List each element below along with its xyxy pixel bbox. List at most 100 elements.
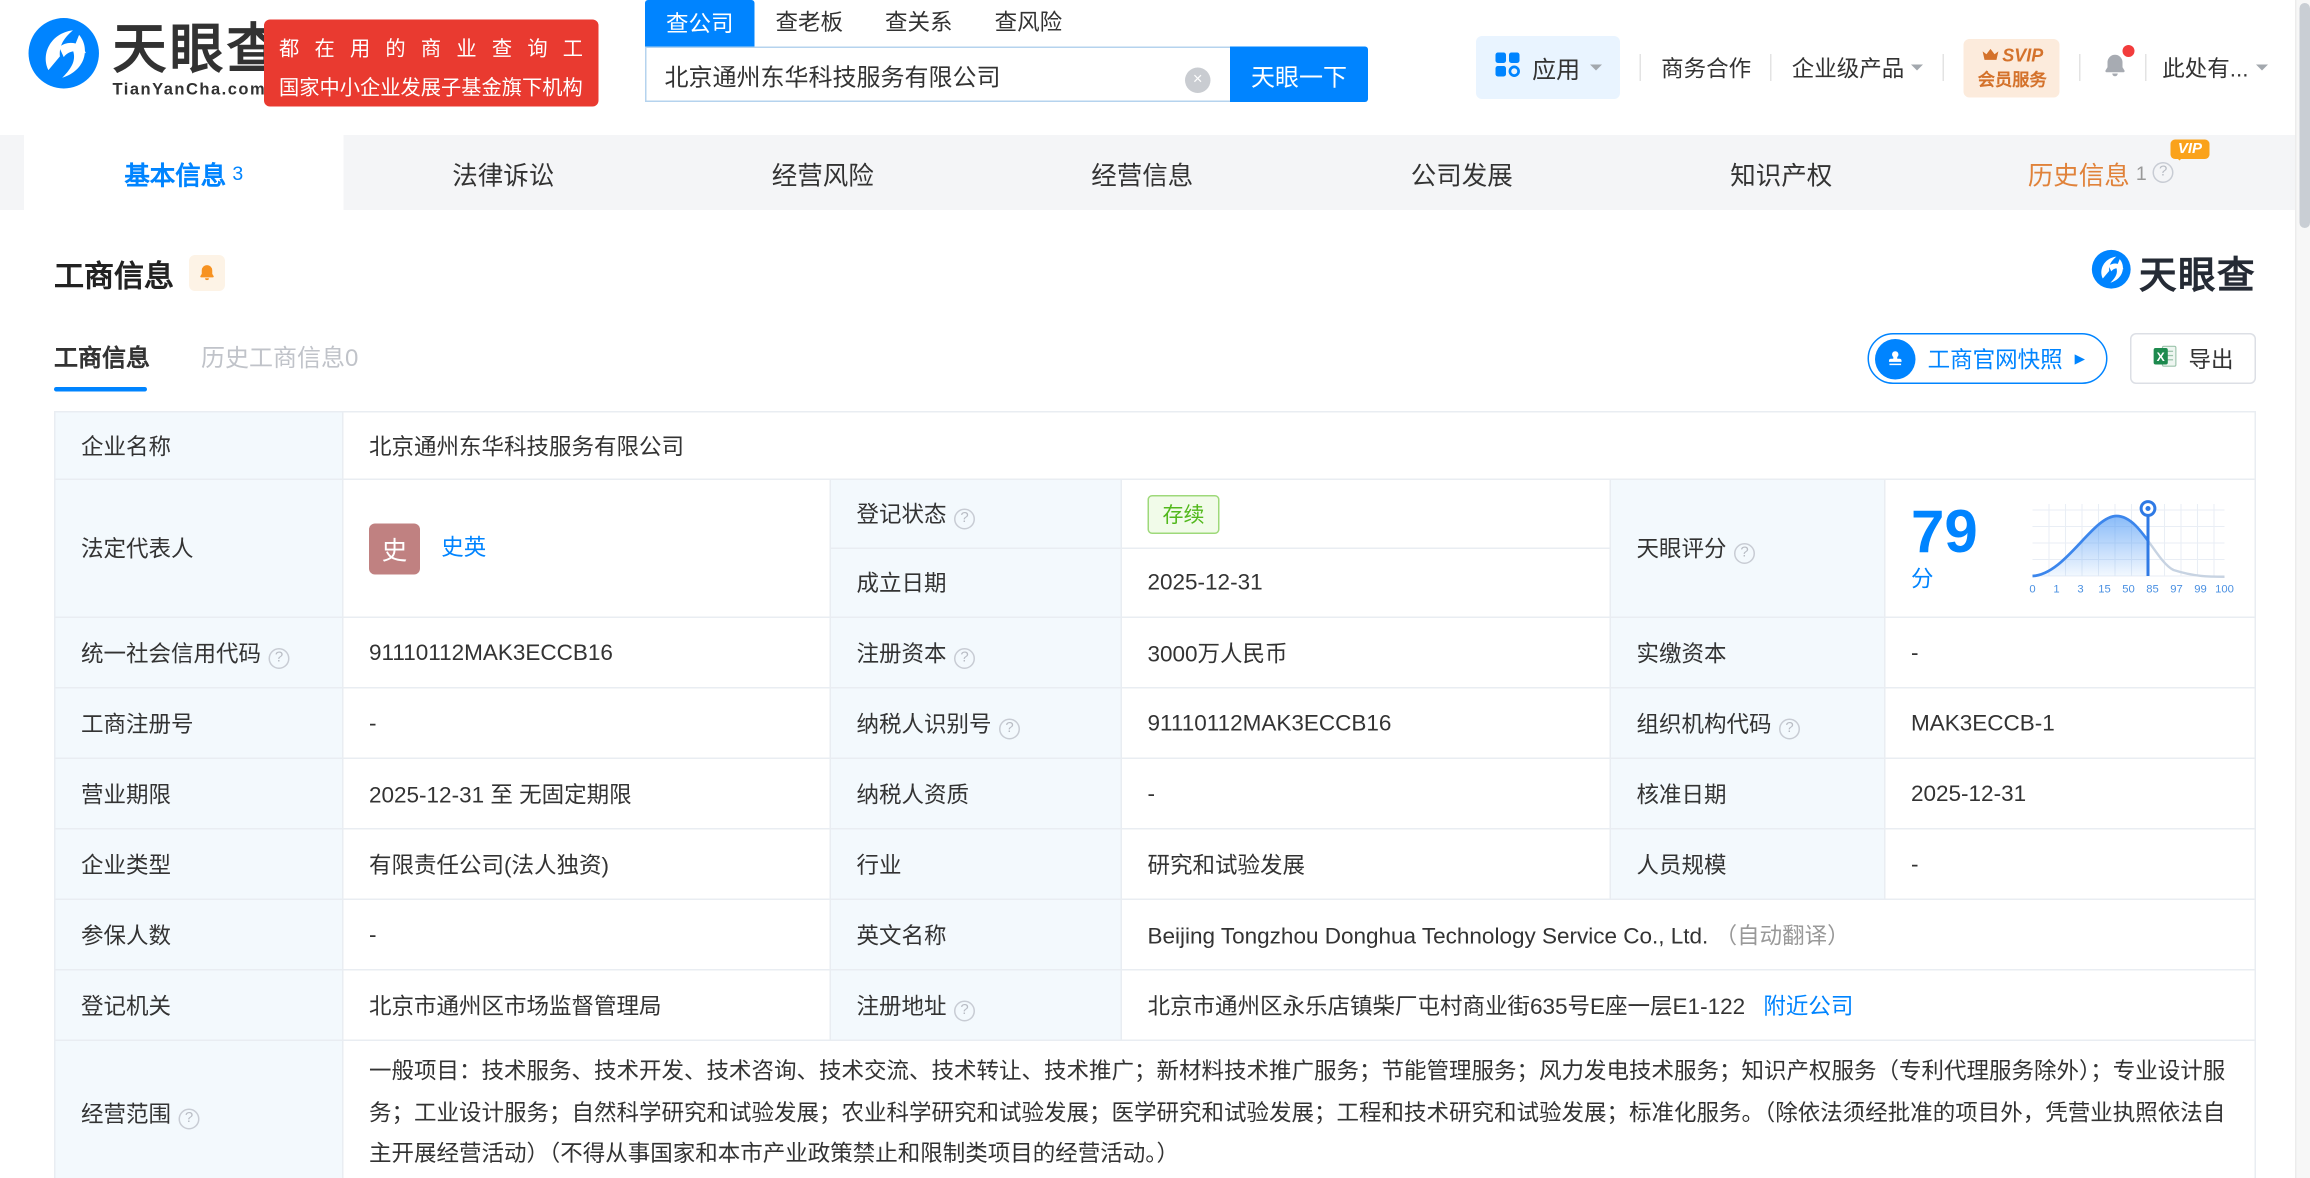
nav-cooperation[interactable]: 商务合作 xyxy=(1661,52,1751,84)
svg-text:99: 99 xyxy=(2194,583,2207,595)
reg-address-cell: 北京市通州区永乐店镇柴厂屯村商业街635号E座一层E1-122 附近公司 xyxy=(1121,970,2255,1041)
search-button[interactable]: 天眼一下 xyxy=(1230,47,1368,103)
notification-dot xyxy=(2123,44,2135,56)
tab-basic-info[interactable]: 基本信息 3 xyxy=(24,135,344,210)
help-icon[interactable]: ? xyxy=(179,1109,200,1130)
tab-history-info[interactable]: 历史信息 1 ? VIP xyxy=(1941,135,2261,210)
reg-capital-value: 3000万人民币 xyxy=(1121,617,1610,688)
approval-date-value: 2025-12-31 xyxy=(1885,758,2256,829)
tab-company-development[interactable]: 公司发展 xyxy=(1302,135,1622,210)
page: 天眼查 TianYanCha.com 都 在 用 的 商 业 查 询 工 具 国… xyxy=(0,0,2310,1178)
field-label: 英文名称 xyxy=(830,899,1121,970)
field-label: 登记状态? xyxy=(830,479,1121,548)
svg-text:X: X xyxy=(2157,349,2166,363)
scrollbar-thumb[interactable] xyxy=(2299,3,2310,228)
chevron-down-icon xyxy=(1591,65,1603,77)
avatar: 史 xyxy=(369,523,420,574)
table-row: 企业类型 有限责任公司(法人独资) 行业 研究和试验发展 人员规模 - xyxy=(55,829,2256,900)
search-tab-relation[interactable]: 查关系 xyxy=(864,6,974,47)
tab-intellectual-property[interactable]: 知识产权 xyxy=(1622,135,1942,210)
header-nav: 应用 商务合作 企业级产品 SVIP 会员服务 xyxy=(1477,33,2268,102)
help-icon[interactable]: ? xyxy=(999,718,1020,739)
field-label: 注册资本? xyxy=(830,617,1121,688)
field-label: 经营范围? xyxy=(55,1040,343,1178)
help-icon[interactable]: ? xyxy=(954,647,975,668)
help-icon[interactable]: ? xyxy=(1779,718,1800,739)
clear-search-icon[interactable]: × xyxy=(1185,68,1211,94)
export-button[interactable]: X 导出 xyxy=(2130,333,2256,384)
org-code-value: MAK3ECCB-1 xyxy=(1885,688,2256,759)
search-input[interactable] xyxy=(645,47,1230,103)
reg-status-cell: 存续 xyxy=(1121,479,1610,548)
promo-line1: 都 在 用 的 商 业 查 询 工 具 xyxy=(279,32,584,62)
reg-number-value: - xyxy=(343,688,831,759)
subscribe-bell-icon[interactable] xyxy=(189,255,225,291)
tianyancha-logo[interactable]: 天眼查 TianYanCha.com xyxy=(27,17,284,100)
field-label: 天眼评分? xyxy=(1610,479,1885,617)
help-icon[interactable]: ? xyxy=(1734,543,1755,564)
apps-menu[interactable]: 应用 xyxy=(1477,36,1621,99)
table-row: 参保人数 - 英文名称 Beijing Tongzhou Donghua Tec… xyxy=(55,899,2256,970)
business-scope-value: 一般项目：技术服务、技术开发、技术咨询、技术交流、技术转让、技术推广；新材料技术… xyxy=(343,1040,2256,1178)
apps-grid-icon xyxy=(1495,50,1522,85)
search-tab-risk[interactable]: 查风险 xyxy=(974,6,1084,47)
svg-text:97: 97 xyxy=(2170,583,2183,595)
main-tabbar: 基本信息 3 法律诉讼 经营风险 经营信息 公司发展 知识产权 历史信息 1 ?… xyxy=(0,135,2310,210)
help-icon[interactable]: ? xyxy=(269,647,290,668)
field-label: 企业类型 xyxy=(55,829,343,900)
brand-domain: TianYanCha.com xyxy=(113,81,284,99)
field-label: 核准日期 xyxy=(1610,758,1885,829)
tab-operation-risk[interactable]: 经营风险 xyxy=(663,135,983,210)
header: 天眼查 TianYanCha.com 都 在 用 的 商 业 查 询 工 具 国… xyxy=(0,0,2310,135)
taxpayer-quality-value: - xyxy=(1121,758,1610,829)
svip-membership-button[interactable]: SVIP 会员服务 xyxy=(1964,38,2060,97)
staff-size-value: - xyxy=(1885,829,2256,900)
scrollbar[interactable] xyxy=(2295,0,2310,1178)
auto-translate-note: （自动翻译） xyxy=(1715,923,1850,949)
score-value: 79 xyxy=(1911,500,1978,566)
status-badge: 存续 xyxy=(1148,494,1220,533)
help-icon[interactable]: ? xyxy=(2153,162,2174,183)
tab-business-info[interactable]: 经营信息 xyxy=(983,135,1303,210)
search-tab-boss[interactable]: 查老板 xyxy=(755,6,865,47)
nearby-companies-link[interactable]: 附近公司 xyxy=(1763,994,1853,1020)
help-icon[interactable]: ? xyxy=(954,509,975,530)
field-label: 法定代表人 xyxy=(55,479,343,617)
svg-text:50: 50 xyxy=(2122,583,2135,595)
nav-enterprise[interactable]: 企业级产品 xyxy=(1792,52,1924,84)
field-label: 行业 xyxy=(830,829,1121,900)
legal-rep-cell: 史 史英 xyxy=(343,479,831,617)
field-label: 组织机构代码? xyxy=(1610,688,1885,759)
notifications-bell-icon[interactable] xyxy=(2101,50,2131,88)
business-info-card: 工商信息 天眼查 工商信息 历史工商信息0 xyxy=(24,210,2286,1178)
est-date-value: 2025-12-31 xyxy=(1121,548,1610,617)
taxpayer-id-value: 91110112MAK3ECCB16 xyxy=(1121,688,1610,759)
help-icon[interactable]: ? xyxy=(954,1000,975,1021)
field-label: 登记机关 xyxy=(55,970,343,1041)
svg-text:100: 100 xyxy=(2215,583,2233,595)
legal-rep-link[interactable]: 史英 xyxy=(441,535,486,561)
subtab-business-info[interactable]: 工商信息 xyxy=(54,338,150,392)
paid-capital-value: - xyxy=(1885,617,2256,688)
promo-line2: 国家中小企业发展子基金旗下机构 xyxy=(279,71,584,101)
logo-swirl-icon xyxy=(2091,249,2132,297)
crown-icon xyxy=(1981,44,1999,65)
field-label: 营业期限 xyxy=(55,758,343,829)
official-snapshot-button[interactable]: 工商官网快照 ▶ xyxy=(1868,333,2108,384)
table-row: 法定代表人 史 史英 登记状态? 存续 天眼评分? 79 分 xyxy=(55,479,2256,548)
svg-text:1: 1 xyxy=(2053,583,2059,595)
field-label: 纳税人识别号? xyxy=(830,688,1121,759)
search-tab-company[interactable]: 查公司 xyxy=(645,0,755,47)
user-menu[interactable]: 此处有... xyxy=(2162,52,2268,84)
subtab-history-business-info[interactable]: 历史工商信息0 xyxy=(201,338,358,392)
field-label: 参保人数 xyxy=(55,899,343,970)
company-type-value: 有限责任公司(法人独资) xyxy=(343,829,831,900)
score-cell: 79 分 xyxy=(1885,479,2256,617)
vip-badge: VIP xyxy=(2170,140,2209,160)
field-label: 工商注册号 xyxy=(55,688,343,759)
table-row: 企业名称 北京通州东华科技服务有限公司 xyxy=(55,412,2256,480)
reg-authority-value: 北京市通州区市场监督管理局 xyxy=(343,970,831,1041)
promo-banner: 都 在 用 的 商 业 查 询 工 具 国家中小企业发展子基金旗下机构 xyxy=(264,20,599,107)
tab-legal-proceedings[interactable]: 法律诉讼 xyxy=(344,135,664,210)
logo-swirl-icon xyxy=(27,17,101,98)
